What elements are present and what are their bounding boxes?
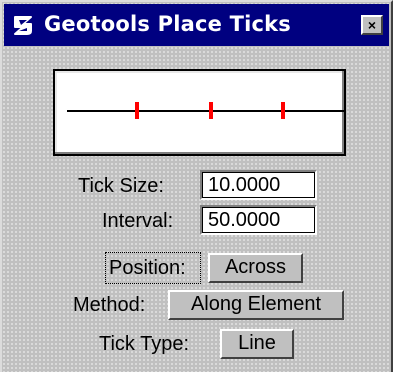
close-icon[interactable]: ×	[361, 15, 383, 35]
window-title: Geotools Place Ticks	[44, 12, 292, 36]
position-label[interactable]: Position:	[109, 257, 186, 280]
geotools-place-ticks-dialog: Geotools Place Ticks × Tick Size: 10.000…	[0, 0, 393, 372]
preview-tick	[281, 102, 285, 119]
interval-field[interactable]: 50.0000	[200, 205, 317, 235]
tick-preview-graphic	[67, 102, 344, 119]
title-bar[interactable]: Geotools Place Ticks ×	[4, 4, 389, 46]
geotools-app-icon[interactable]	[10, 11, 38, 39]
method-label: Method:	[73, 294, 146, 316]
tick-size-field[interactable]: 10.0000	[200, 170, 317, 200]
method-button[interactable]: Along Element	[168, 290, 344, 320]
tick-size-label: Tick Size:	[78, 175, 164, 197]
tick-preview	[53, 69, 346, 156]
tick-type-label: Tick Type:	[99, 333, 190, 355]
interval-label: Interval:	[102, 210, 174, 232]
position-button[interactable]: Across	[208, 253, 303, 283]
preview-tick	[209, 102, 213, 119]
tick-type-button[interactable]: Line	[220, 329, 294, 359]
preview-tick	[135, 102, 139, 119]
